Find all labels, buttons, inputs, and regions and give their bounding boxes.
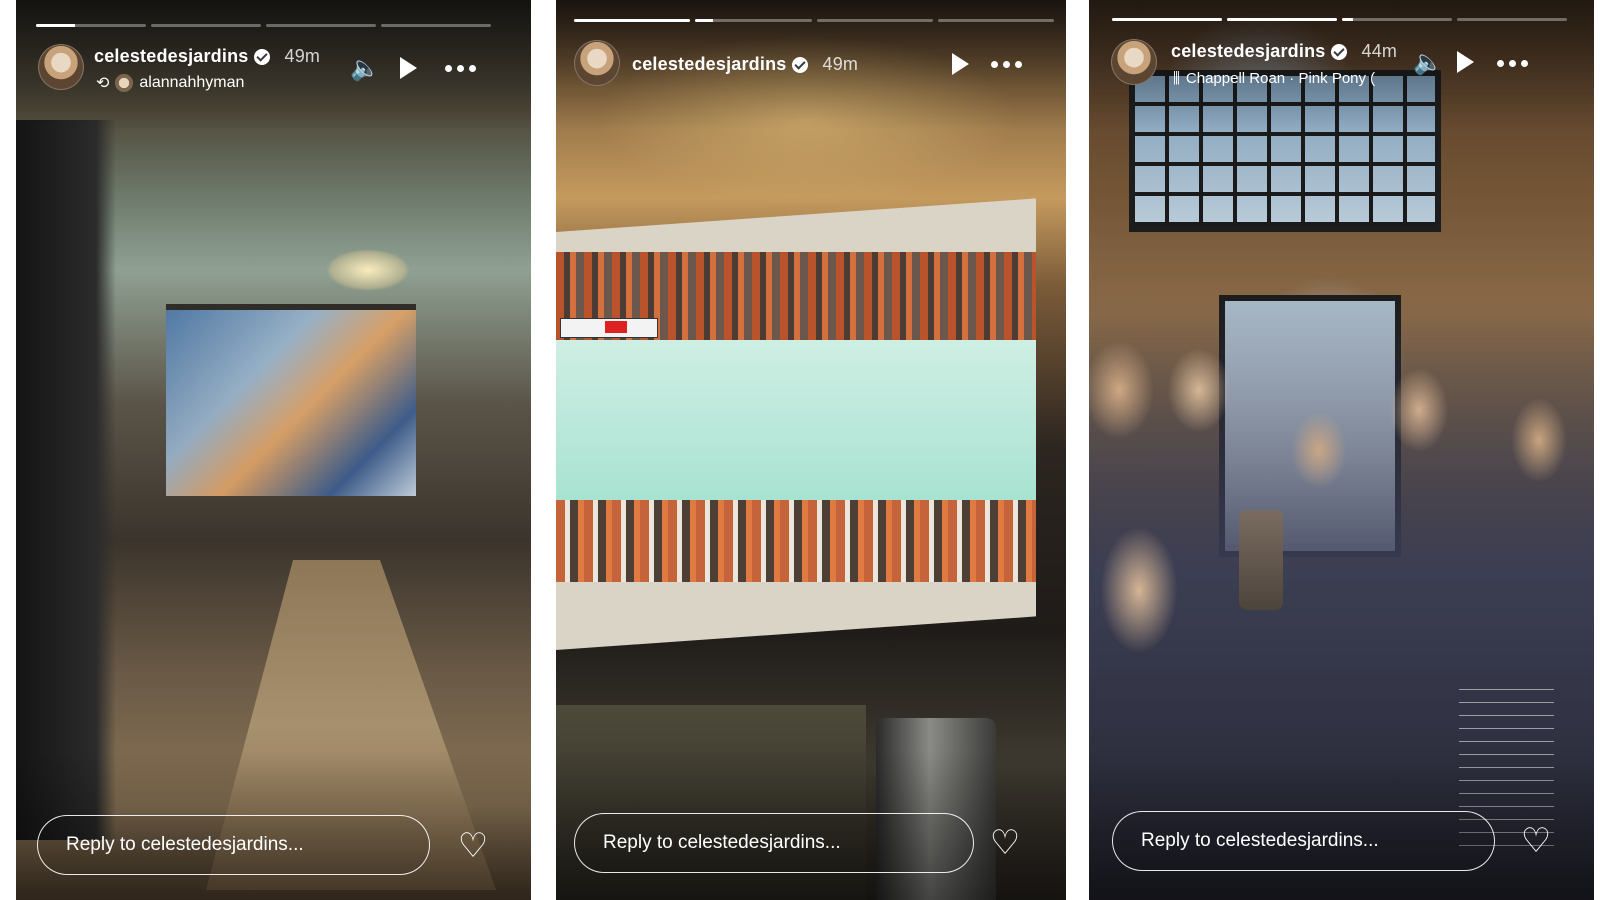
- post-time: 49m: [284, 46, 321, 66]
- username[interactable]: celestedesjardins: [94, 46, 248, 67]
- progress-segment: [937, 19, 1054, 22]
- play-icon[interactable]: [952, 53, 969, 75]
- repost-icon: ⟲: [96, 73, 110, 92]
- progress-segment: [266, 24, 376, 27]
- username[interactable]: celestedesjardins: [1171, 41, 1325, 62]
- heart-icon[interactable]: ♡: [1519, 824, 1553, 858]
- post-time: 44m: [1361, 41, 1398, 61]
- photo-scorebug: [560, 318, 658, 338]
- photo-phone: [1239, 510, 1283, 610]
- progress-segment: [1457, 18, 1567, 21]
- story-progress-bar: [574, 19, 1054, 22]
- music-title[interactable]: Chappell Roan · Pink Pony (: [1186, 70, 1375, 87]
- progress-fill: [574, 19, 691, 22]
- photo-foreground-person: [16, 120, 116, 840]
- story-header: celestedesjardins 44m: [1171, 41, 1397, 62]
- heart-icon[interactable]: ♡: [456, 829, 490, 863]
- story-header: celestedesjardins 49m: [632, 54, 858, 75]
- progress-segment: [1227, 18, 1337, 21]
- more-options-icon[interactable]: [1497, 60, 1528, 67]
- reshared-username[interactable]: alannahhyman: [139, 74, 244, 92]
- progress-segment: [1112, 18, 1222, 21]
- story-panel-3[interactable]: celestedesjardins 44m ⫼ Chappell Roan · …: [1089, 0, 1594, 900]
- photo-crowd-bottom: [556, 500, 1036, 582]
- play-icon[interactable]: [1457, 51, 1474, 73]
- avatar[interactable]: [1111, 39, 1157, 85]
- verified-badge-icon: [1331, 43, 1348, 60]
- progress-segment: [36, 24, 146, 27]
- username[interactable]: celestedesjardins: [632, 54, 786, 75]
- music-line[interactable]: ⫼ Chappell Roan · Pink Pony (: [1173, 69, 1375, 87]
- speaker-icon[interactable]: 🔈: [1413, 50, 1443, 74]
- heart-icon[interactable]: ♡: [988, 826, 1022, 860]
- speaker-icon[interactable]: 🔈: [350, 56, 380, 80]
- more-options-icon[interactable]: [445, 65, 476, 72]
- photo-projector-screen: [166, 304, 416, 496]
- progress-segment: [816, 19, 933, 22]
- music-bars-icon: ⫼: [1173, 69, 1180, 87]
- avatar[interactable]: [574, 40, 620, 86]
- progress-segment: [151, 24, 261, 27]
- play-icon[interactable]: [400, 57, 417, 79]
- progress-fill: [1227, 18, 1337, 21]
- progress-segment: [695, 19, 812, 22]
- reshared-avatar: [115, 73, 134, 92]
- post-time: 49m: [822, 54, 859, 74]
- story-header: celestedesjardins 49m: [94, 46, 320, 67]
- progress-fill: [1112, 18, 1222, 21]
- more-options-icon[interactable]: [991, 61, 1022, 68]
- story-panel-2[interactable]: celestedesjardins 49m Reply to celestede…: [556, 0, 1066, 900]
- reshare-line[interactable]: ⟲ alannahhyman: [96, 73, 244, 92]
- reply-input[interactable]: Reply to celestedesjardins...: [1112, 811, 1495, 871]
- verified-badge-icon: [792, 56, 809, 73]
- progress-segment: [381, 24, 491, 27]
- progress-segment: [1342, 18, 1452, 21]
- avatar[interactable]: [38, 44, 84, 90]
- story-progress-bar: [1112, 18, 1567, 21]
- verified-badge-icon: [254, 48, 271, 65]
- story-panel-1[interactable]: celestedesjardins 49m ⟲ alannahhyman 🔈 R…: [16, 0, 531, 900]
- progress-fill: [36, 24, 75, 27]
- progress-fill: [695, 19, 713, 22]
- story-progress-bar: [36, 24, 491, 27]
- reply-input[interactable]: Reply to celestedesjardins...: [37, 815, 430, 875]
- progress-segment: [574, 19, 691, 22]
- progress-fill: [1342, 18, 1353, 21]
- reply-input[interactable]: Reply to celestedesjardins...: [574, 813, 974, 873]
